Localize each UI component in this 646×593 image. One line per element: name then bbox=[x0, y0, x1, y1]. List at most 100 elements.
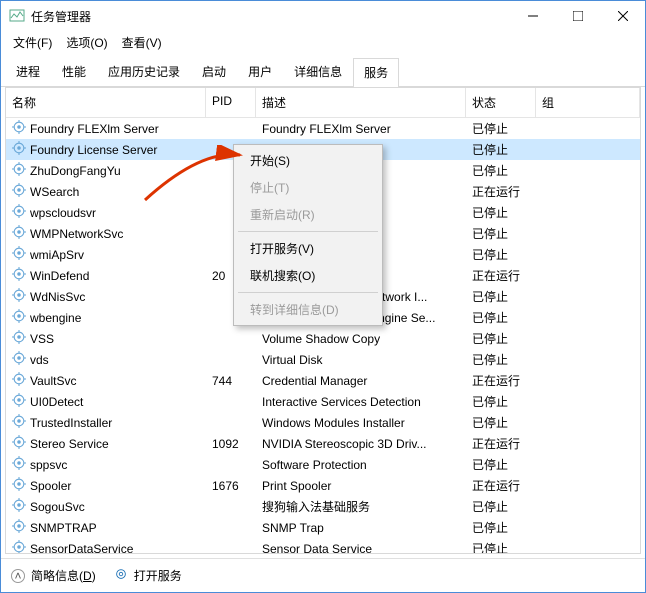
service-icon bbox=[12, 351, 26, 368]
service-name: WinDefend bbox=[30, 269, 89, 283]
menu-separator bbox=[238, 292, 378, 293]
table-row[interactable]: Foundry FLEXlm Server Foundry FLEXlm Serv… bbox=[6, 118, 640, 139]
tab-processes[interactable]: 进程 bbox=[5, 57, 51, 86]
tab-services[interactable]: 服务 bbox=[353, 58, 399, 87]
service-desc: Foundry FLEXlm Server bbox=[256, 122, 466, 136]
service-desc: Print Spooler bbox=[256, 479, 466, 493]
service-status: 已停止 bbox=[466, 288, 536, 305]
service-desc: Virtual Disk bbox=[256, 353, 466, 367]
close-button[interactable] bbox=[600, 2, 645, 31]
table-row[interactable]: TrustedInstaller Windows Modules Installe… bbox=[6, 412, 640, 433]
service-icon bbox=[12, 393, 26, 410]
col-group[interactable]: 组 bbox=[536, 88, 640, 117]
service-name: wbengine bbox=[30, 311, 81, 325]
tab-performance[interactable]: 性能 bbox=[51, 57, 97, 86]
col-desc[interactable]: 描述 bbox=[256, 88, 466, 117]
service-status: 正在运行 bbox=[466, 183, 536, 200]
service-icon bbox=[12, 162, 26, 179]
service-icon bbox=[12, 204, 26, 221]
tabs: 进程 性能 应用历史记录 启动 用户 详细信息 服务 bbox=[1, 53, 645, 87]
menu-view[interactable]: 查看(V) bbox=[116, 32, 168, 53]
service-status: 正在运行 bbox=[466, 372, 536, 389]
menu-start[interactable]: 开始(S) bbox=[236, 147, 380, 174]
table-row[interactable]: SensorDataServiceSensor Data Service已停止 bbox=[6, 538, 640, 553]
window-title: 任务管理器 bbox=[31, 8, 510, 25]
menu-open-services[interactable]: 打开服务(V) bbox=[236, 235, 380, 262]
gear-icon bbox=[114, 567, 128, 584]
open-services-link[interactable]: 打开服务 bbox=[114, 567, 182, 584]
service-name: Foundry License Server bbox=[30, 143, 157, 157]
brief-info-toggle[interactable]: ˄ 简略信息(D) bbox=[11, 567, 96, 584]
service-desc: Windows Modules Installer bbox=[256, 416, 466, 430]
service-icon bbox=[12, 330, 26, 347]
service-name: SogouSvc bbox=[30, 500, 85, 514]
menu-search-online[interactable]: 联机搜索(O) bbox=[236, 262, 380, 289]
service-status: 已停止 bbox=[466, 162, 536, 179]
service-status: 已停止 bbox=[466, 519, 536, 536]
service-name: Foundry FLEXlm Server bbox=[30, 122, 159, 136]
menu-restart: 重新启动(R) bbox=[236, 201, 380, 228]
tab-history[interactable]: 应用历史记录 bbox=[97, 57, 191, 86]
service-status: 已停止 bbox=[466, 246, 536, 263]
service-status: 已停止 bbox=[466, 141, 536, 158]
service-status: 已停止 bbox=[466, 540, 536, 553]
service-icon bbox=[12, 288, 26, 305]
table-row[interactable]: SogouSvc 搜狗输入法基础服务已停止 bbox=[6, 496, 640, 517]
service-icon bbox=[12, 498, 26, 515]
table-row[interactable]: UI0DetectInteractive Services Detection已… bbox=[6, 391, 640, 412]
service-status: 已停止 bbox=[466, 330, 536, 347]
service-status: 已停止 bbox=[466, 120, 536, 137]
tab-startup[interactable]: 启动 bbox=[191, 57, 237, 86]
service-status: 已停止 bbox=[466, 498, 536, 515]
service-name: Stereo Service bbox=[30, 437, 109, 451]
service-pid: 1676 bbox=[206, 479, 256, 493]
service-desc: Software Protection bbox=[256, 458, 466, 472]
service-name: ZhuDongFangYu bbox=[30, 164, 121, 178]
menu-stop: 停止(T) bbox=[236, 174, 380, 201]
service-name: VaultSvc bbox=[30, 374, 76, 388]
service-icon bbox=[12, 372, 26, 389]
col-pid[interactable]: PID bbox=[206, 88, 256, 117]
maximize-button[interactable] bbox=[555, 2, 600, 31]
col-name[interactable]: 名称 bbox=[6, 88, 206, 117]
service-icon bbox=[12, 267, 26, 284]
tab-users[interactable]: 用户 bbox=[237, 57, 283, 86]
table-row[interactable]: vdsVirtual Disk已停止 bbox=[6, 349, 640, 370]
table-row[interactable]: SNMPTRAP SNMP Trap已停止 bbox=[6, 517, 640, 538]
service-pid: 744 bbox=[206, 374, 256, 388]
service-name: wmiApSrv bbox=[30, 248, 84, 262]
col-status[interactable]: 状态 bbox=[466, 88, 536, 117]
service-desc: NVIDIA Stereoscopic 3D Driv... bbox=[256, 437, 466, 451]
menu-go-details: 转到详细信息(D) bbox=[236, 296, 380, 323]
statusbar: ˄ 简略信息(D) 打开服务 bbox=[1, 558, 645, 592]
minimize-button[interactable] bbox=[510, 2, 555, 31]
titlebar: 任务管理器 bbox=[1, 1, 645, 31]
table-row[interactable]: Stereo Service1092NVIDIA Stereoscopic 3D… bbox=[6, 433, 640, 454]
menu-options[interactable]: 选项(O) bbox=[60, 32, 113, 53]
tab-details[interactable]: 详细信息 bbox=[283, 57, 353, 86]
service-icon bbox=[12, 435, 26, 452]
service-status: 已停止 bbox=[466, 204, 536, 221]
service-icon bbox=[12, 477, 26, 494]
service-name: SensorDataService bbox=[30, 542, 133, 554]
service-desc: SNMP Trap bbox=[256, 521, 466, 535]
service-name: UI0Detect bbox=[30, 395, 83, 409]
table-row[interactable]: VaultSvc 744Credential Manager正在运行 bbox=[6, 370, 640, 391]
service-desc: Credential Manager bbox=[256, 374, 466, 388]
service-status: 正在运行 bbox=[466, 435, 536, 452]
service-name: VSS bbox=[30, 332, 54, 346]
menubar: 文件(F) 选项(O) 查看(V) bbox=[1, 31, 645, 53]
service-icon bbox=[12, 246, 26, 263]
menu-file[interactable]: 文件(F) bbox=[7, 32, 58, 53]
service-name: SNMPTRAP bbox=[30, 521, 97, 535]
service-desc: 搜狗输入法基础服务 bbox=[256, 498, 466, 515]
service-name: wpscloudsvr bbox=[30, 206, 96, 220]
service-name: TrustedInstaller bbox=[30, 416, 112, 430]
service-name: WdNisSvc bbox=[30, 290, 85, 304]
table-row[interactable]: VSSVolume Shadow Copy已停止 bbox=[6, 328, 640, 349]
table-row[interactable]: sppsvcSoftware Protection已停止 bbox=[6, 454, 640, 475]
table-row[interactable]: Spooler1676Print Spooler正在运行 bbox=[6, 475, 640, 496]
service-name: WMPNetworkSvc bbox=[30, 227, 123, 241]
service-icon bbox=[12, 183, 26, 200]
service-icon bbox=[12, 456, 26, 473]
